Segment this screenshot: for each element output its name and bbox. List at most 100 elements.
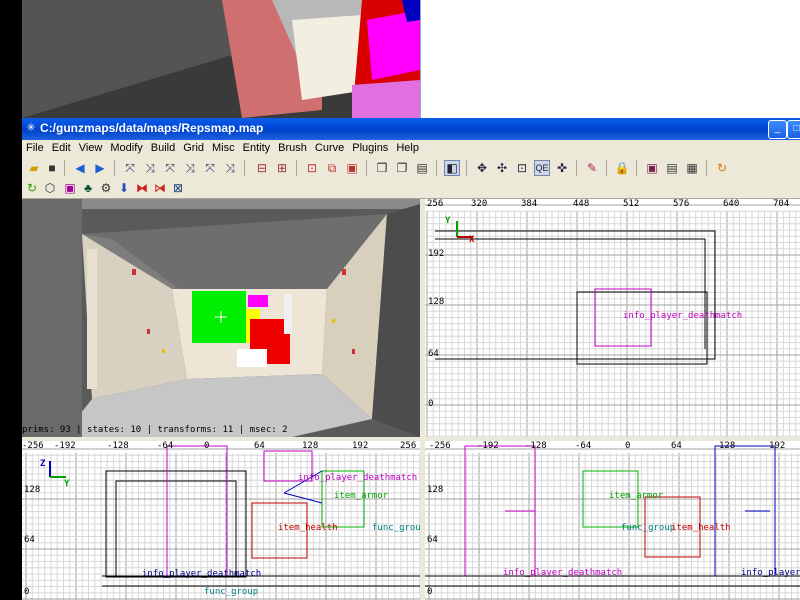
xy-tick: 704	[773, 199, 790, 209]
yz-ortho-view[interactable]: -256 -192 -128 -64 0 64 128 192 128 64 0…	[425, 441, 800, 600]
xy-axis-x-label: X	[469, 235, 475, 245]
xy-left-tick: 192	[428, 249, 445, 259]
xy-ortho-view[interactable]: 256 320 384 448 512 576 640 704 192 128 …	[425, 199, 800, 437]
xy-tick: 640	[723, 199, 740, 209]
arrow-down-icon[interactable]: ⬇	[116, 180, 132, 196]
split-icon[interactable]: ⧒	[152, 180, 168, 196]
xy-top-ruler: 256 320 384 448 512 576 640 704	[425, 199, 800, 211]
maximize-button[interactable]: □	[787, 120, 800, 139]
flip-y-icon[interactable]: ⤧	[162, 160, 178, 176]
csg-subtract-icon[interactable]: ⊟	[254, 160, 270, 176]
xz-entity-player: info_player_deathmatch	[298, 473, 418, 483]
hexagon-icon[interactable]: ⬡	[42, 180, 58, 196]
menu-curve[interactable]: Curve	[311, 140, 348, 154]
menu-edit[interactable]: Edit	[48, 140, 75, 154]
xz-entity-health: item_health	[278, 523, 338, 533]
yz-left-tick: 128	[427, 485, 444, 495]
menu-help[interactable]: Help	[392, 140, 423, 154]
xy-grid	[425, 204, 800, 437]
yz-tick: 128	[719, 441, 736, 451]
scale-icon[interactable]: ⊡	[514, 160, 530, 176]
patch-list-icon[interactable]: ▤	[664, 160, 680, 176]
flip-z-icon[interactable]: ⤧	[202, 160, 218, 176]
save-icon[interactable]: ■	[44, 160, 60, 176]
undo-arrow-icon[interactable]: ◀	[72, 160, 88, 176]
xy-left-tick: 0	[428, 399, 434, 409]
xz-tick: -64	[157, 441, 174, 451]
view-cube-2-icon[interactable]: ❐	[394, 160, 410, 176]
xz-entity-armor: item_armor	[334, 491, 389, 501]
title-bar[interactable]: ✳ C:/gunzmaps/data/maps/Repsmap.map _ □	[22, 118, 800, 140]
menu-build[interactable]: Build	[147, 140, 179, 154]
cycle-icon[interactable]: ↻	[24, 180, 40, 196]
rotate-y-icon[interactable]: ⤨	[182, 160, 198, 176]
qe-mode-icon[interactable]: QE	[534, 160, 550, 176]
menu-misc[interactable]: Misc	[208, 140, 239, 154]
csg-merge-icon[interactable]: ⊞	[274, 160, 290, 176]
xz-entity-player-2: info_player_deathmatch	[142, 569, 262, 579]
menu-modify[interactable]: Modify	[106, 140, 146, 154]
minimize-button[interactable]: _	[768, 120, 787, 139]
redo-arrow-icon[interactable]: ▶	[92, 160, 108, 176]
desktop-edge	[0, 0, 22, 600]
select-partial-icon[interactable]: ▣	[344, 160, 360, 176]
select-inside-icon[interactable]: ⊡	[304, 160, 320, 176]
xy-tick: 576	[673, 199, 690, 209]
yz-tick: 64	[671, 441, 682, 451]
yz-tick: -64	[575, 441, 592, 451]
xy-tick: 448	[573, 199, 590, 209]
yz-left-tick: 0	[427, 587, 433, 597]
box-cross-icon[interactable]: ⊠	[170, 180, 186, 196]
background-window-area	[420, 0, 800, 118]
xz-left-tick: 64	[24, 535, 35, 545]
window-title: C:/gunzmaps/data/maps/Repsmap.map	[40, 121, 264, 135]
app-icon: ✳	[26, 122, 36, 134]
view-cube-3-icon[interactable]: ▤	[414, 160, 430, 176]
xz-left-tick: 128	[24, 485, 41, 495]
drag-vertices-icon[interactable]: ✣	[494, 160, 510, 176]
menu-entity[interactable]: Entity	[239, 140, 275, 154]
main-toolbar: ▰ ■ ◀ ▶ ⤧ ⤨ ⤧ ⤨ ⤧ ⤨ ⊟ ⊞ ⊡ ⧉ ▣ ❒ ❐ ▤ ◧ ✥ …	[22, 158, 800, 178]
secondary-toolbar: ↻ ⬡ ▣ ♣ ⚙ ⬇ ⧓ ⧒ ⊠	[22, 178, 800, 199]
texture-tool-icon[interactable]: ✎	[584, 160, 600, 176]
xz-tick: -128	[107, 441, 129, 451]
camera-3d-view[interactable]: prims: 93 | states: 10 | transforms: 11 …	[22, 199, 420, 437]
background-scene	[22, 0, 420, 118]
menu-view[interactable]: View	[75, 140, 107, 154]
xz-tick: 128	[302, 441, 319, 451]
yz-entity-armor: item_armor	[609, 491, 664, 501]
clipper-icon[interactable]: ✜	[554, 160, 570, 176]
xz-tick: 64	[254, 441, 265, 451]
rotate-z-icon[interactable]: ⤨	[222, 160, 238, 176]
yz-tick: -256	[429, 441, 451, 451]
xy-left-tick: 64	[428, 349, 439, 359]
open-folder-icon[interactable]: ▰	[26, 160, 42, 176]
patch-icon[interactable]: ▣	[644, 160, 660, 176]
flip-x-icon[interactable]: ⤧	[122, 160, 138, 176]
menu-plugins[interactable]: Plugins	[348, 140, 392, 154]
engine-icon[interactable]: ⚙	[98, 180, 114, 196]
xy-tick: 256	[427, 199, 444, 209]
menu-grid[interactable]: Grid	[179, 140, 208, 154]
patch-bevel-icon[interactable]: ▦	[684, 160, 700, 176]
view-cube-icon[interactable]: ❒	[374, 160, 390, 176]
mirror-icon[interactable]: ⧓	[134, 180, 150, 196]
camera-view-icon[interactable]: ◧	[444, 160, 460, 176]
menu-file[interactable]: File	[22, 140, 48, 154]
xz-tick: 0	[204, 441, 210, 451]
lock-icon[interactable]: 🔒	[614, 160, 630, 176]
yz-left-tick: 64	[427, 535, 438, 545]
rotate-x-icon[interactable]: ⤨	[142, 160, 158, 176]
xz-axis-z-label: Z	[40, 459, 46, 469]
yz-tick: -192	[477, 441, 499, 451]
drag-edges-icon[interactable]: ✥	[474, 160, 490, 176]
xz-tick: 256	[400, 441, 417, 451]
xz-ortho-view[interactable]: -256 -192 -128 -64 0 64 128 192 256 128 …	[22, 441, 420, 600]
select-touching-icon[interactable]: ⧉	[324, 160, 340, 176]
plant-icon[interactable]: ♣	[80, 180, 96, 196]
xz-entity-funcgroup: func_group	[372, 523, 420, 533]
menu-brush[interactable]: Brush	[274, 140, 311, 154]
entity-icon[interactable]: ▣	[62, 180, 78, 196]
refresh-shaders-icon[interactable]: ↻	[714, 160, 730, 176]
yz-tick: -128	[525, 441, 547, 451]
